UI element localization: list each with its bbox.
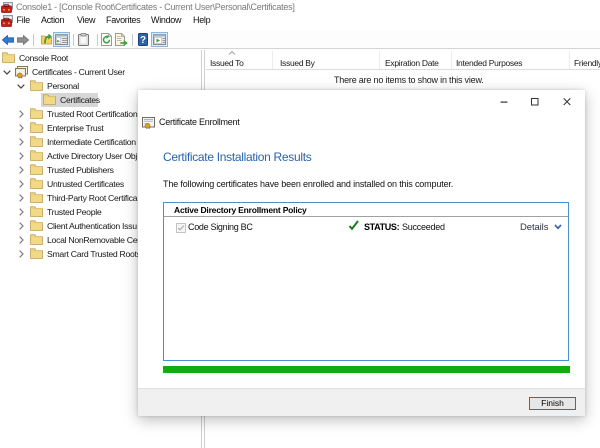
svg-text:?: ?	[140, 35, 146, 46]
